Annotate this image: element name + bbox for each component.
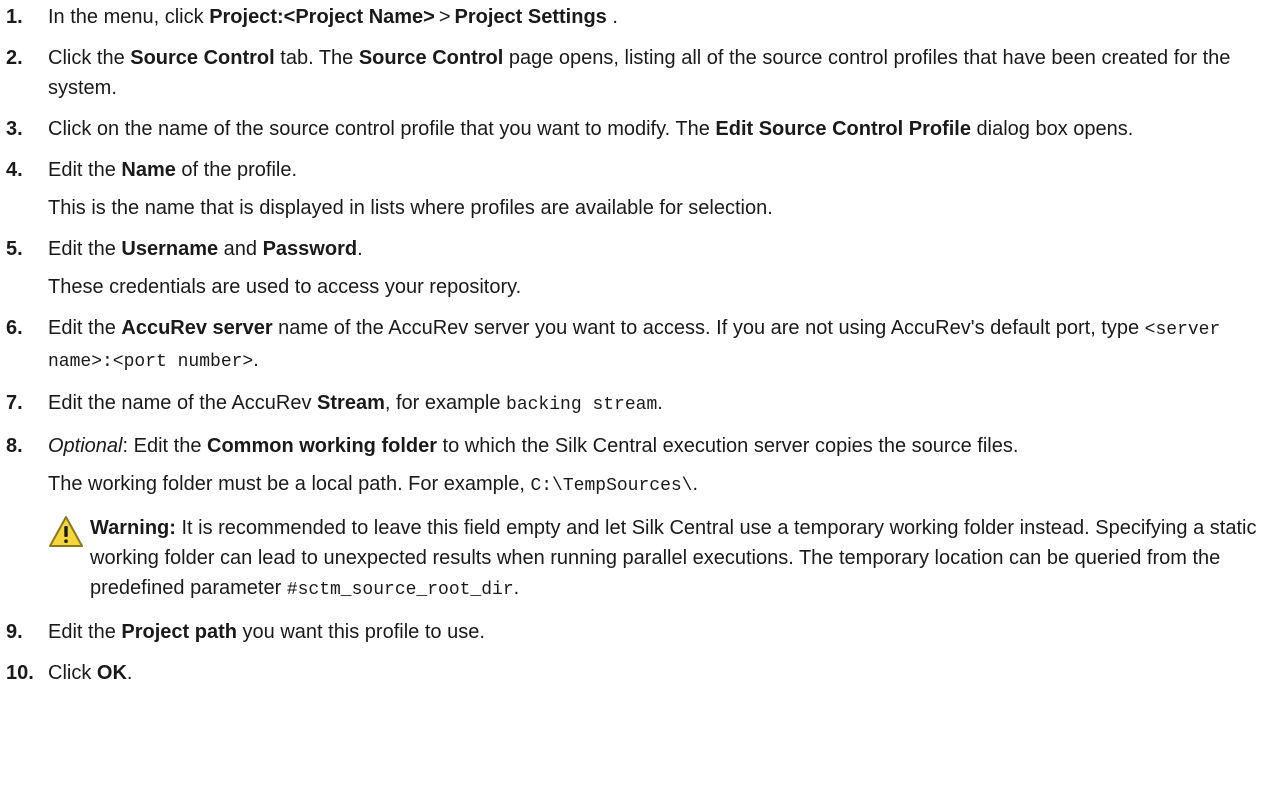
accurev-server-field-label: AccuRev server — [121, 317, 273, 339]
step-8-note: The working folder must be a local path.… — [48, 473, 699, 496]
name-field-label: Name — [121, 159, 176, 181]
step-9: 9. Edit the Project path you want this p… — [6, 617, 1261, 647]
working-folder-field-label: Common working folder — [207, 435, 437, 457]
step-10: 10. Click OK. — [6, 658, 1261, 688]
stream-field-label: Stream — [317, 392, 385, 414]
username-field-label: Username — [121, 238, 219, 260]
menu-separator: > — [438, 6, 451, 28]
step-number: 4. — [6, 159, 23, 181]
step-number: 3. — [6, 118, 23, 140]
source-control-page-label: Source Control — [358, 47, 504, 69]
dialog-name-label: Edit Source Control Profile — [715, 118, 971, 140]
password-field-label: Password — [262, 238, 358, 260]
step-5-note: These credentials are used to access you… — [48, 276, 522, 298]
step-3: 3. Click on the name of the source contr… — [6, 114, 1261, 144]
step-1: 1. In the menu, click Project:<Project N… — [6, 2, 1261, 32]
step-number: 1. — [6, 6, 23, 28]
menu-project-settings: Project Settings — [454, 6, 607, 28]
step-number: 10. — [6, 662, 34, 684]
ok-button-label: OK — [96, 662, 127, 684]
step-number: 5. — [6, 238, 23, 260]
stream-example: backing stream — [506, 395, 658, 415]
step-number: 2. — [6, 47, 23, 69]
step-5: 5. Edit the Username and Password. — [6, 234, 1261, 264]
source-control-tab-label: Source Control — [130, 47, 275, 69]
step-2: 2. Click the Source Control tab. The Sou… — [6, 43, 1261, 103]
warning-note: Warning: It is recommended to leave this… — [48, 513, 1261, 605]
project-path-field-label: Project path — [121, 621, 237, 643]
step-4: 4. Edit the Name of the profile. — [6, 155, 1261, 185]
step-number: 8. — [6, 435, 23, 457]
step-4-note: This is the name that is displayed in li… — [48, 197, 773, 219]
menu-project-name: Project:<Project Name> — [209, 6, 435, 28]
warning-text: It is recommended to leave this field em… — [90, 517, 1257, 599]
warning-parameter: #sctm_source_root_dir — [286, 580, 514, 600]
step-7: 7. Edit the name of the AccuRev Stream, … — [6, 388, 1261, 420]
step-number: 7. — [6, 392, 23, 414]
optional-label: Optional — [48, 435, 123, 457]
step-number: 9. — [6, 621, 23, 643]
warning-label: Warning: — [90, 517, 176, 539]
step-8: 8. Optional: Edit the Common working fol… — [6, 431, 1261, 461]
step-6: 6. Edit the AccuRev server name of the A… — [6, 313, 1261, 377]
procedure-document: 1. In the menu, click Project:<Project N… — [0, 0, 1271, 688]
path-example: C:\TempSources\ — [530, 476, 693, 496]
warning-icon — [49, 516, 83, 547]
step-text: In the menu, click — [48, 6, 210, 28]
step-number: 6. — [6, 317, 23, 339]
